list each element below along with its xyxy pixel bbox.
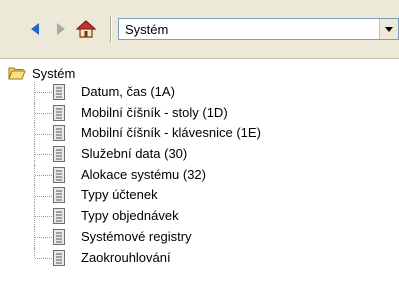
tree-item[interactable]: Typy účtenek: [0, 185, 399, 207]
dropdown-button[interactable]: [379, 19, 398, 39]
tree-item-label: Zaokrouhlování: [81, 249, 171, 265]
forward-button[interactable]: [50, 18, 72, 40]
tree-item-label: Datum, čas (1A): [81, 84, 175, 99]
tree-connector-horizontal: [35, 175, 52, 177]
chevron-down-icon: [385, 26, 393, 32]
document-icon: [53, 187, 65, 204]
document-icon: [53, 104, 65, 121]
location-value: Systém: [125, 22, 169, 37]
tree-item[interactable]: Mobilní číšník - stoly (1D): [0, 102, 399, 124]
tree-root-label: Systém: [32, 65, 76, 81]
tree-item[interactable]: Typy objednávek: [0, 206, 399, 227]
document-icon: [53, 166, 65, 183]
back-button[interactable]: [24, 18, 46, 40]
document-icon: [53, 84, 65, 100]
tree-connector-horizontal: [35, 92, 52, 94]
tree-root-item[interactable]: Systém: [8, 64, 75, 82]
tree-item-label: Služební data (30): [81, 146, 188, 162]
tree-item[interactable]: Zaokrouhlování: [0, 247, 399, 269]
toolbar: Systém: [0, 0, 399, 58]
tree-item[interactable]: Mobilní číšník - klávesnice (1E): [0, 123, 399, 145]
tree-item-label: Mobilní číšník - klávesnice (1E): [81, 125, 261, 141]
document-icon: [53, 228, 65, 245]
tree-item[interactable]: Datum, čas (1A): [0, 82, 399, 103]
tree-item-label: Mobilní číšník - stoly (1D): [81, 104, 228, 120]
tree-connector-horizontal: [35, 113, 52, 115]
tree-connector-vertical: [34, 247, 35, 258]
tree-list: Datum, čas (1A) Mobilní číšník - stoly (1…: [0, 82, 399, 268]
back-arrow-icon: [31, 23, 39, 35]
tree-connector-horizontal: [35, 154, 52, 156]
tree-item[interactable]: Služební data (30): [0, 144, 399, 165]
folder-open-icon: [8, 67, 26, 80]
tree-connector-horizontal: [35, 195, 52, 197]
tree-connector-horizontal: [35, 216, 52, 218]
home-button[interactable]: [72, 18, 100, 40]
tree-item-label: Systémové registry: [81, 228, 192, 244]
home-icon: [76, 20, 96, 38]
location-combobox[interactable]: Systém: [118, 18, 399, 40]
tree-item-label: Typy účtenek: [81, 187, 158, 203]
tree-item-label: Alokace systému (32): [81, 166, 206, 182]
document-icon: [53, 249, 65, 266]
document-icon: [53, 125, 65, 142]
tree-item-label: Typy objednávek: [81, 208, 179, 224]
forward-arrow-icon: [57, 23, 65, 35]
tree-item[interactable]: Systémové registry: [0, 226, 399, 248]
tree-connector-horizontal: [35, 257, 52, 259]
tree-item[interactable]: Alokace systému (32): [0, 164, 399, 186]
document-icon: [53, 146, 65, 163]
tree-panel: Systém Datum, čas (1A) Mobilní číšník - s…: [0, 58, 399, 307]
tree-connector-horizontal: [35, 237, 52, 239]
tree-connector-horizontal: [35, 133, 52, 135]
toolbar-separator: [110, 16, 111, 42]
document-icon: [53, 208, 65, 225]
